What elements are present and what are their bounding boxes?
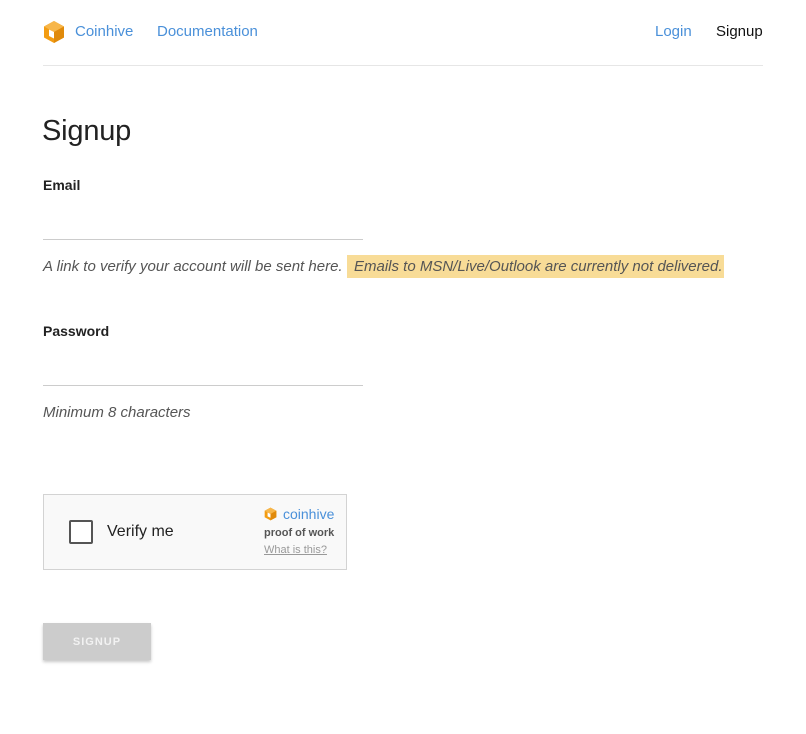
signup-page: Coinhive Documentation Login Signup Sign…	[0, 0, 806, 734]
coinhive-cube-icon	[43, 20, 65, 44]
password-label: Password	[43, 323, 110, 339]
captcha-subtitle: proof of work	[264, 527, 335, 539]
page-title: Signup	[42, 115, 132, 147]
captcha-widget: Verify me coinhive proof of work What is…	[43, 494, 347, 570]
captcha-brand: coinhive	[264, 506, 334, 522]
email-label: Email	[43, 177, 81, 193]
nav-login-link[interactable]: Login	[655, 23, 692, 40]
password-hint: Minimum 8 characters	[43, 404, 191, 421]
brand-logo-link[interactable]	[43, 20, 65, 44]
captcha-brand-name: coinhive	[283, 506, 335, 522]
email-hint: A link to verify your account will be se…	[43, 258, 343, 275]
verify-checkbox[interactable]	[69, 520, 93, 544]
email-input[interactable]	[43, 209, 363, 240]
signup-submit-button[interactable]: SIGNUP	[43, 623, 151, 660]
password-input[interactable]	[43, 355, 363, 386]
coinhive-cube-icon	[264, 507, 277, 521]
brand-name-link[interactable]: Coinhive	[75, 23, 133, 40]
captcha-help-link[interactable]: What is this?	[264, 544, 327, 556]
nav-signup-link[interactable]: Signup	[716, 23, 763, 40]
verify-label: Verify me	[107, 523, 174, 540]
top-navbar: Coinhive Documentation Login Signup	[43, 0, 763, 66]
nav-documentation-link[interactable]: Documentation	[157, 23, 258, 40]
email-delivery-warning: Emails to MSN/Live/Outlook are currently…	[347, 255, 724, 278]
